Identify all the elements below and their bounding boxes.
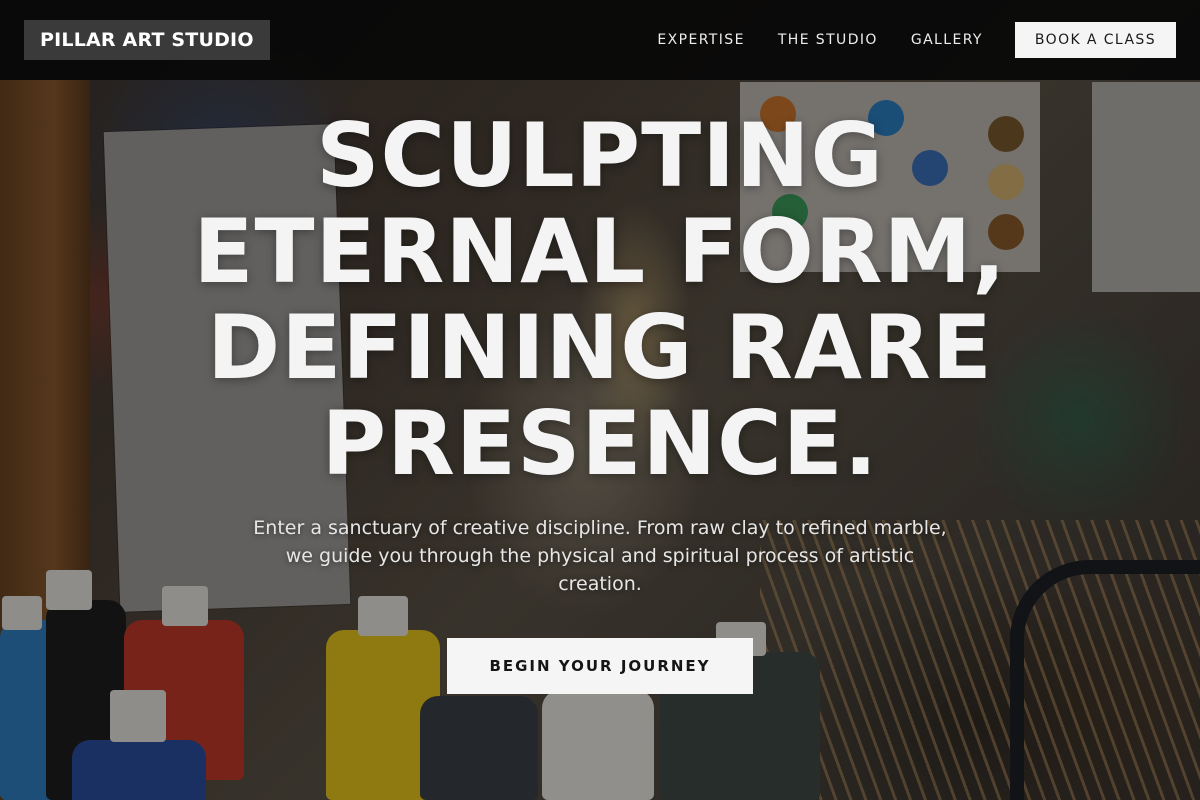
headline-line-4: PRESENCE. <box>321 392 879 495</box>
brand-logo[interactable]: PILLAR ART STUDIO <box>24 20 270 60</box>
hero-subtext: Enter a sanctuary of creative discipline… <box>253 517 947 595</box>
nav-links: EXPERTISE THE STUDIO GALLERY BOOK A CLAS… <box>657 22 1176 58</box>
book-a-class-button[interactable]: BOOK A CLASS <box>1014 22 1176 58</box>
nav-link-expertise[interactable]: EXPERTISE <box>657 32 744 48</box>
headline-line-3: DEFINING RARE <box>207 296 993 399</box>
headline-line-2: ETERNAL FORM, <box>193 200 1007 303</box>
begin-your-journey-button[interactable]: BEGIN YOUR JOURNEY <box>447 638 753 694</box>
hero-headline: SCULPTING ETERNAL FORM, DEFINING RARE PR… <box>100 108 1100 492</box>
top-navigation-bar: PILLAR ART STUDIO EXPERTISE THE STUDIO G… <box>0 0 1200 80</box>
nav-link-gallery[interactable]: GALLERY <box>911 32 983 48</box>
hero-section: PILLAR ART STUDIO EXPERTISE THE STUDIO G… <box>0 0 1200 800</box>
headline-line-1: SCULPTING <box>316 104 884 207</box>
nav-link-the-studio[interactable]: THE STUDIO <box>778 32 878 48</box>
